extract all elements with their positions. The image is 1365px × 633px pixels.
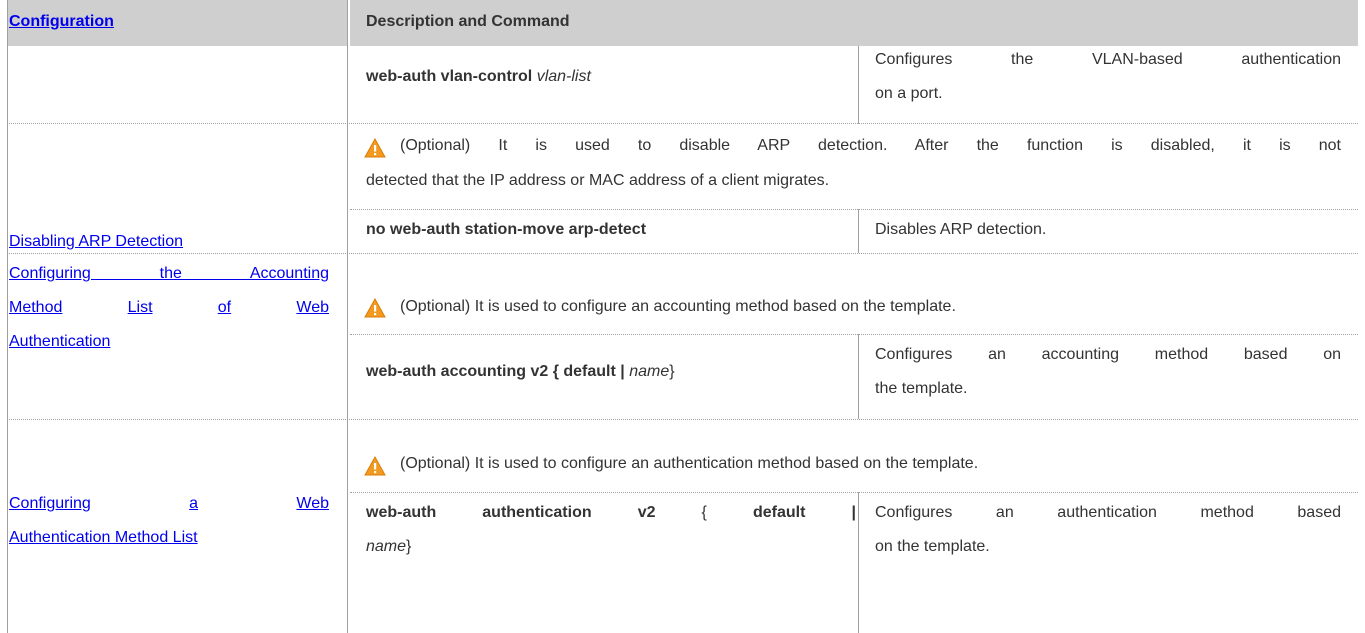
accounting-description-line2: the template. <box>875 380 968 397</box>
row-divider <box>350 209 1358 210</box>
authentication-note: (Optional) It is used to configure an au… <box>400 455 979 472</box>
row-divider <box>7 123 1358 124</box>
warning-icon <box>364 298 386 318</box>
accounting-method-link-line3[interactable]: Authentication <box>9 326 110 358</box>
accounting-description-line1: Configures an accounting method based on <box>875 346 1341 363</box>
row-divider <box>7 419 1358 420</box>
arp-command: no web-auth station-move arp-detect <box>366 221 647 238</box>
authentication-method-link-line2[interactable]: Authentication Method List <box>9 522 198 554</box>
header-cell-description: Description and Command <box>350 0 1358 46</box>
arp-note-line2: detected that the IP address or MAC addr… <box>366 172 830 189</box>
authentication-command-line2: name} <box>366 538 412 555</box>
inner-column-divider <box>858 492 859 633</box>
accounting-method-link-line2[interactable]: Method List of Web <box>9 292 329 324</box>
row-divider <box>350 492 1358 493</box>
header-cell-configuration: Configuration <box>7 0 347 46</box>
inner-column-divider <box>858 334 859 419</box>
configuration-header-link[interactable]: Configuration <box>9 13 114 31</box>
accounting-command: web-auth accounting v2 { default | name} <box>366 363 675 380</box>
authentication-description-line1: Configures an authentication method base… <box>875 504 1341 521</box>
warning-icon <box>364 456 386 476</box>
arp-note-line1: (Optional) It is used to disable ARP det… <box>400 137 1341 154</box>
row-divider <box>7 253 1358 254</box>
vlan-description-line2: on a port. <box>875 85 943 102</box>
row-divider <box>350 334 1358 335</box>
vlan-description-line1: Configures the VLAN-based authentication <box>875 51 1341 68</box>
vlan-command: web-auth vlan-control vlan-list <box>366 68 591 85</box>
table-border-left <box>7 0 8 633</box>
accounting-method-link-line1[interactable]: Configuring the Accounting <box>9 258 329 290</box>
column-divider <box>347 0 348 633</box>
description-header: Description and Command <box>366 13 570 30</box>
authentication-description-line2: on the template. <box>875 538 990 555</box>
authentication-method-link-line1[interactable]: Configuring a Web <box>9 488 329 520</box>
accounting-note: (Optional) It is used to configure an ac… <box>400 298 956 315</box>
arp-description: Disables ARP detection. <box>875 221 1047 238</box>
inner-column-divider <box>858 209 859 253</box>
authentication-command-line1: web-auth authentication v2{default | <box>366 504 856 521</box>
inner-column-divider <box>858 46 859 124</box>
warning-icon <box>364 138 386 158</box>
